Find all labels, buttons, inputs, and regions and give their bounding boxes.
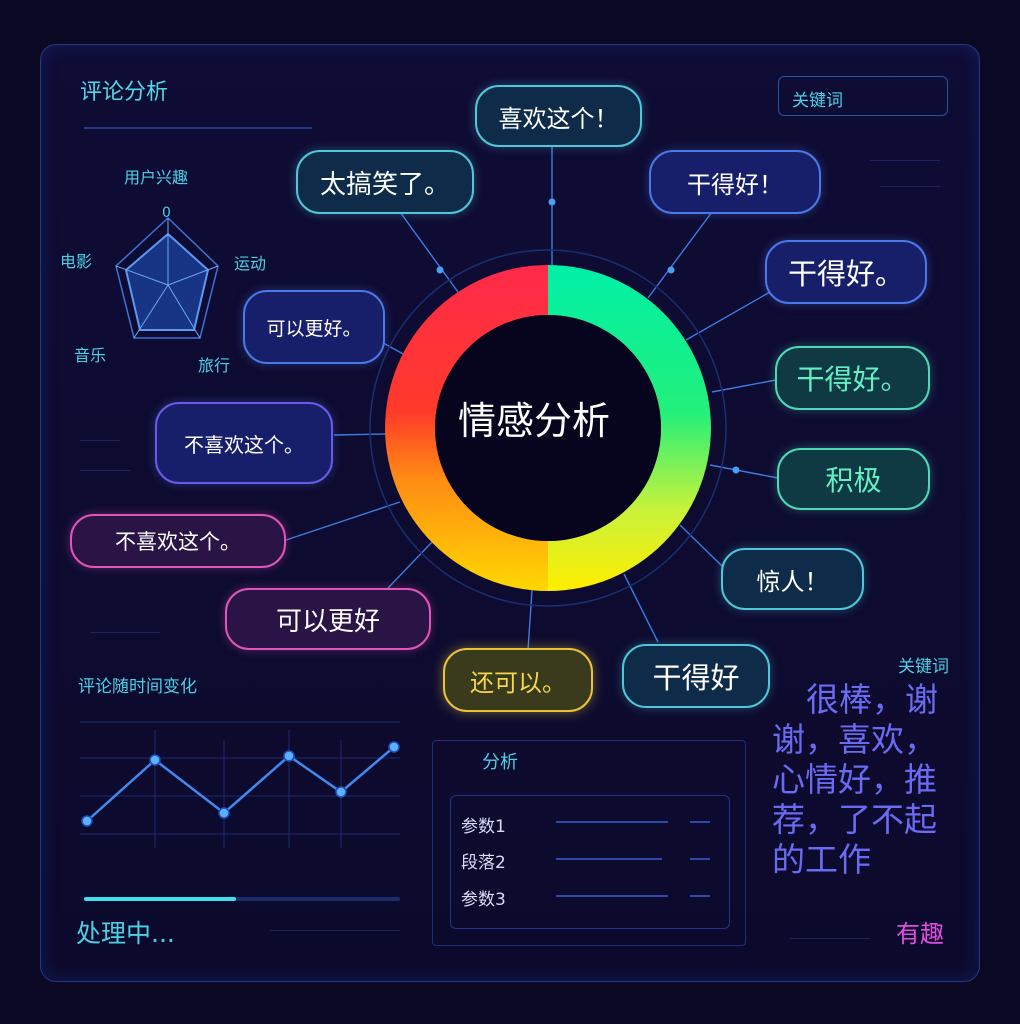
comment-bubble[interactable]: 喜欢这个！: [475, 85, 642, 147]
param-label: 参数1: [461, 817, 506, 837]
comment-bubble[interactable]: 干得好！: [649, 150, 821, 214]
comment-bubble[interactable]: 干得好: [622, 644, 770, 708]
radar-chart: [115, 216, 219, 339]
analysis-title: 分析: [482, 752, 518, 773]
comment-bubble[interactable]: 干得好。: [775, 346, 930, 410]
param-bar: [556, 858, 662, 860]
progress-fill: [84, 897, 236, 901]
progress-bar: [84, 897, 400, 901]
param-bar: [690, 821, 710, 823]
comment-bubble[interactable]: 惊人！: [721, 548, 864, 610]
comment-bubble[interactable]: 可以更好。: [243, 290, 385, 364]
donut-center-label: 情感分析: [458, 399, 611, 443]
param-bar: [690, 858, 710, 860]
comment-bubble[interactable]: 可以更好: [225, 588, 431, 650]
fun-tag[interactable]: 有趣: [896, 914, 944, 949]
status-label: 处理中...: [76, 919, 175, 948]
param-bar: [556, 821, 668, 823]
param-label: 段落2: [461, 853, 506, 873]
keywords-title: 关键词: [898, 657, 949, 677]
comment-bubble[interactable]: 干得好。: [765, 240, 927, 304]
param-label: 参数3: [461, 890, 506, 910]
line-chart: [80, 721, 400, 848]
param-bar: [556, 895, 668, 897]
comment-bubble[interactable]: 太搞笑了。: [296, 150, 474, 214]
line-chart-title: 评论随时间变化: [78, 677, 197, 697]
keywords-text: 很棒，谢谢，喜欢，心情好，推荐，了不起的工作: [772, 680, 938, 879]
comment-bubble[interactable]: 不喜欢这个。: [155, 402, 333, 484]
comment-bubble[interactable]: 不喜欢这个。: [70, 514, 286, 568]
comment-bubble[interactable]: 还可以。: [443, 648, 593, 712]
sentiment-tag[interactable]: 积极: [777, 448, 930, 510]
param-bar: [690, 895, 710, 897]
